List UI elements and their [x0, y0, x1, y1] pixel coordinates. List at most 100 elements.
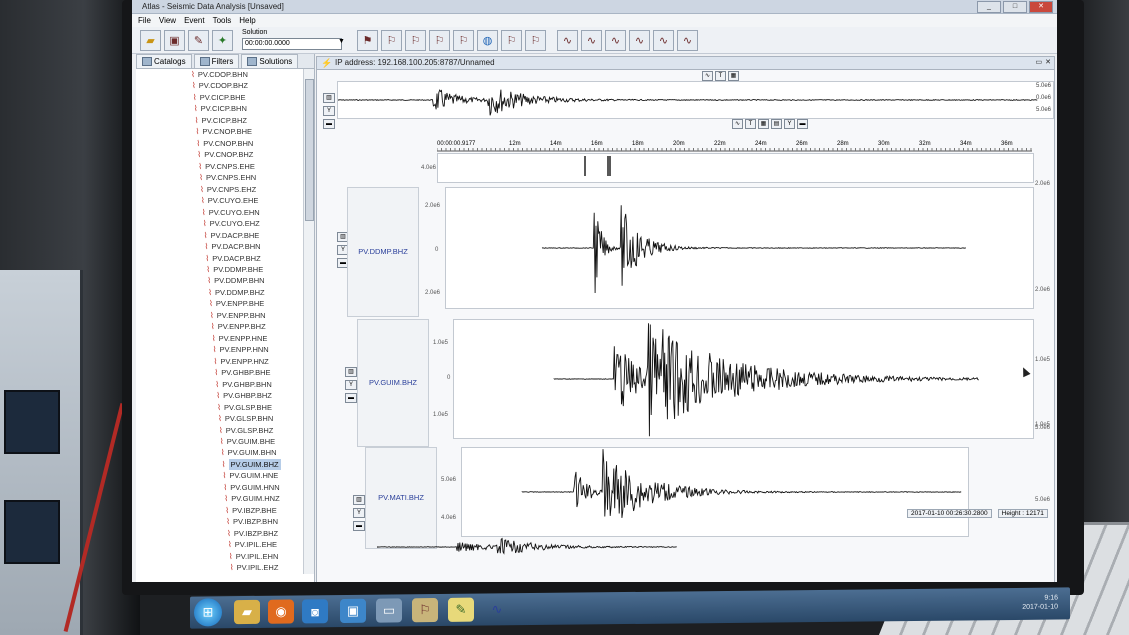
close-button[interactable]: ✕ — [1029, 1, 1053, 13]
explorer-icon[interactable]: ▰ — [234, 599, 260, 625]
remote-desktop-icon[interactable]: ◙ — [302, 599, 328, 624]
waveform-app-icon[interactable]: ∿ — [484, 597, 510, 621]
collapse-icon[interactable]: ▬ — [797, 119, 808, 129]
list-tool-icon[interactable]: ▤ — [771, 119, 782, 129]
station-item[interactable]: ⌇ PV.GUIM.BHZ — [136, 458, 302, 471]
station-item[interactable]: ⌇ PV.IPIL.EHN — [136, 551, 302, 562]
wave-filter-icon[interactable]: ∿ — [629, 29, 650, 51]
station-item[interactable]: ⌇ PV.GUIM.HNE — [136, 470, 302, 481]
grid-tool-icon[interactable]: ▦ — [758, 119, 769, 129]
tab-filters[interactable]: Filters — [193, 54, 240, 68]
station-item[interactable]: ⌇ PV.IPIL.EHZ — [136, 562, 302, 573]
pick-tool-icon[interactable]: ⚑ — [357, 29, 378, 51]
menu-help[interactable]: Help — [239, 14, 255, 27]
trace-label-ddmp[interactable]: PV.DDMP.BHZ — [347, 187, 419, 317]
seismic-app-icon[interactable]: ⚐ — [412, 598, 438, 623]
station-item[interactable]: ⌇ PV.IBZP.BHN — [136, 516, 302, 527]
station-item[interactable]: ⌇ PV.ENPP.BHZ — [136, 321, 302, 332]
firefox-icon[interactable]: ◉ — [268, 599, 294, 624]
collapse-icon[interactable]: ▬ — [323, 119, 335, 129]
station-item[interactable]: ⌇ PV.CDOP.BHN — [136, 69, 302, 80]
station-item[interactable]: ⌇ PV.GUIM.BHN — [136, 447, 302, 458]
station-item[interactable]: ⌇ PV.GLSP.BHN — [136, 413, 302, 424]
station-item[interactable]: ⌇ PV.GHBP.BHZ — [136, 390, 302, 401]
station-item[interactable]: ⌇ PV.GUIM.HNN — [136, 482, 302, 493]
collapse-icon[interactable]: ▬ — [345, 393, 357, 403]
overview-trace[interactable]: 5.0e6 0.0e6 5.0e6 — [337, 81, 1054, 119]
station-item[interactable]: ⌇ PV.CDOP.BHZ — [136, 80, 302, 91]
station-item[interactable]: ⌇ PV.ENPP.HNE — [136, 333, 302, 344]
station-item[interactable]: ⌇ PV.CICP.BHN — [136, 103, 302, 114]
wave-spectrum-icon[interactable]: ∿ — [677, 29, 698, 51]
station-item[interactable]: ⌇ PV.DDMP.BHN — [136, 275, 302, 286]
station-item[interactable]: ⌇ PV.CUYO.EHE — [136, 195, 302, 206]
picks-strip[interactable] — [437, 153, 1034, 183]
trace-guim[interactable] — [453, 319, 1034, 439]
zoom-wave-icon[interactable]: ∿ — [702, 71, 713, 81]
station-item[interactable]: ⌇ PV.CICP.BHE — [136, 92, 302, 103]
text-tool-icon[interactable]: T — [715, 71, 726, 81]
menu-file[interactable]: File — [138, 14, 151, 27]
station-item[interactable]: ⌇ PV.GUIM.HNZ — [136, 493, 302, 504]
y-scale-icon[interactable]: Y — [353, 508, 365, 518]
station-item[interactable]: ⌇ PV.DACP.BHZ — [136, 253, 302, 264]
export-icon[interactable]: ⚐ — [525, 29, 546, 51]
open-folder-icon[interactable]: ▰ — [140, 29, 161, 51]
station-item[interactable]: ⌇ PV.CNPS.EHZ — [136, 184, 302, 195]
save-icon[interactable]: ▣ — [164, 29, 185, 51]
station-item[interactable]: ⌇ PV.IBZP.BHZ — [136, 528, 302, 539]
channel-list-icon[interactable]: ▥ — [323, 93, 335, 103]
station-item[interactable]: ⌇ PV.GHBP.BHE — [136, 367, 302, 378]
station-item[interactable]: ⌇ PV.GUIM.BHE — [136, 436, 302, 447]
y-scale-icon[interactable]: Y — [323, 106, 335, 116]
wave-align-icon[interactable]: ∿ — [653, 29, 674, 51]
pane-close-icon[interactable]: ✕ — [1045, 57, 1051, 69]
trace-mati[interactable] — [461, 447, 969, 537]
station-item[interactable]: ⌇ PV.CNOP.BHZ — [136, 149, 302, 160]
grid-tool-icon[interactable]: ▦ — [728, 71, 739, 81]
window-icon[interactable]: ▭ — [376, 598, 402, 623]
station-item[interactable]: ⌇ PV.CNOP.BHE — [136, 126, 302, 137]
station-item[interactable]: ⌇ PV.ENPP.HNZ — [136, 356, 302, 367]
station-item[interactable]: ⌇ PV.DDMP.BHE — [136, 264, 302, 275]
station-item[interactable]: ⌇ PV.CICP.BHZ — [136, 115, 302, 126]
station-item[interactable]: ⌇ PV.IBZP.BHE — [136, 505, 302, 516]
channel-list-icon[interactable]: ▥ — [345, 367, 357, 377]
y-scale-icon[interactable]: Y — [345, 380, 357, 390]
filter-icon[interactable]: ⚐ — [501, 29, 522, 51]
wave-rotate-icon[interactable]: ∿ — [581, 29, 602, 51]
station-item[interactable]: ⌇ PV.CUYO.EHN — [136, 207, 302, 218]
y-scale-icon[interactable]: Y — [784, 119, 795, 129]
magnitude-icon[interactable]: ⚐ — [453, 29, 474, 51]
tree-scrollbar[interactable] — [303, 69, 314, 574]
station-item[interactable]: ⌇ PV.IPIL.EHE — [136, 539, 302, 550]
trace-label-guim[interactable]: PV.GUIM.BHZ — [357, 319, 429, 447]
menu-view[interactable]: View — [159, 14, 176, 27]
menu-tools[interactable]: Tools — [213, 14, 232, 27]
start-button[interactable]: ⊞ — [194, 598, 222, 627]
collapse-icon[interactable]: ▬ — [353, 521, 365, 531]
menu-event[interactable]: Event — [184, 14, 204, 27]
station-item[interactable]: ⌇ PV.CUYO.EHZ — [136, 218, 302, 229]
station-item[interactable]: ⌇ PV.DACP.BHE — [136, 230, 302, 241]
edit-event-icon[interactable]: ✎ — [188, 29, 209, 51]
tab-catalogs[interactable]: Catalogs — [136, 54, 192, 68]
station-item[interactable]: ⌇ PV.GHBP.BHN — [136, 379, 302, 390]
wave-stack-icon[interactable]: ∿ — [605, 29, 626, 51]
tab-solutions[interactable]: Solutions — [241, 54, 299, 68]
station-item[interactable]: ⌇ PV.GLSP.BHZ — [136, 425, 302, 436]
solution-input[interactable]: 00:00:00.0000 — [242, 38, 342, 50]
pick-p-icon[interactable]: ⚐ — [381, 29, 402, 51]
station-item[interactable]: ⌇ PV.CNPS.EHE — [136, 161, 302, 172]
channel-list-icon[interactable]: ▥ — [353, 495, 365, 505]
notes-icon[interactable]: ✎ — [448, 597, 474, 622]
station-item[interactable]: ⌇ PV.ENPP.HNN — [136, 344, 302, 355]
trace-ddmp[interactable] — [445, 187, 1034, 309]
maximize-button[interactable]: □ — [1003, 1, 1027, 13]
station-item[interactable]: ⌇ PV.GLSP.BHE — [136, 402, 302, 413]
station-item[interactable]: ⌇ PV.CNPS.EHN — [136, 172, 302, 183]
station-item[interactable]: ⌇ PV.DACP.BHN — [136, 241, 302, 252]
pick-s-icon[interactable]: ⚐ — [405, 29, 426, 51]
station-item[interactable]: ⌇ PV.ENPP.BHE — [136, 298, 302, 309]
zoom-wave-icon[interactable]: ∿ — [732, 119, 743, 129]
